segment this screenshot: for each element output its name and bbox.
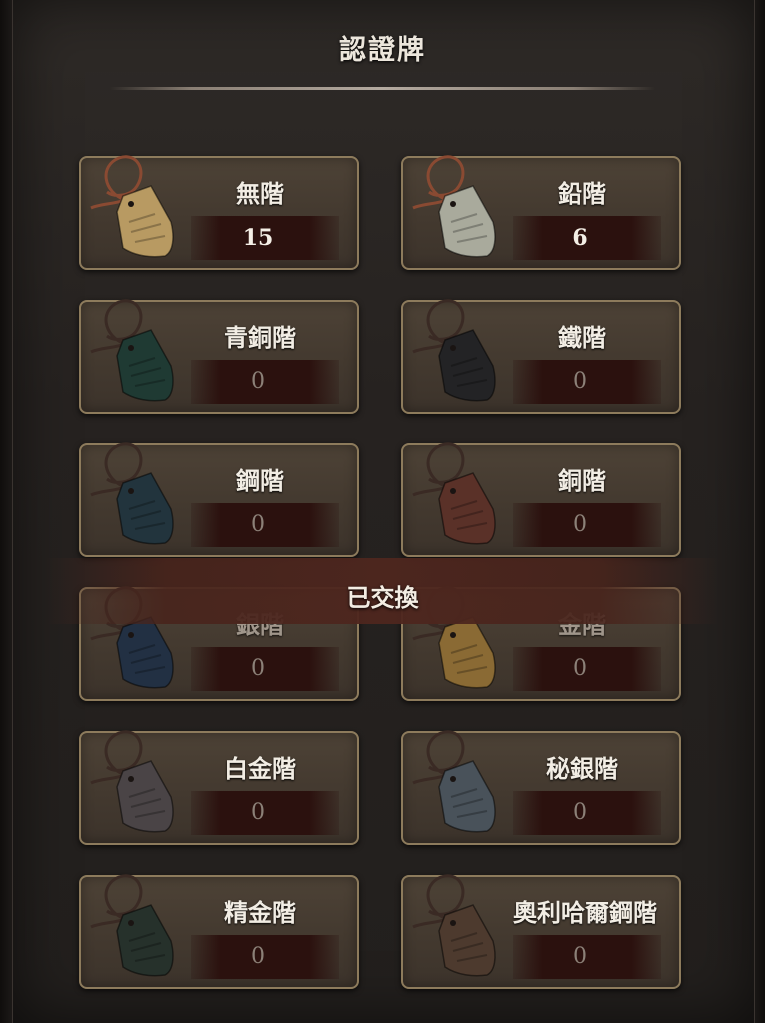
plate-count: 0 — [573, 944, 587, 969]
plate-count: 6 — [572, 225, 588, 251]
plate-card[interactable]: 銅階 0 — [401, 442, 681, 557]
plate-count: 0 — [251, 800, 265, 825]
left-frame-edge — [0, 0, 12, 1023]
plate-label: 奧利哈爾鋼階 — [513, 898, 657, 927]
plate-label: 精金階 — [224, 898, 296, 927]
plate-tag-icon — [407, 439, 507, 551]
plate-card[interactable]: 奧利哈爾鋼階 0 — [401, 874, 681, 989]
plate-count: 0 — [573, 512, 587, 537]
plate-tag-icon — [407, 871, 507, 983]
plate-label: 鋼階 — [236, 466, 284, 495]
plate-card[interactable]: 鋼階 0 — [79, 442, 359, 557]
plate-card[interactable]: 無階 15 — [79, 155, 359, 270]
plate-tag-icon — [407, 727, 507, 839]
plate-label: 鐵階 — [558, 323, 606, 352]
plate-count: 0 — [251, 656, 265, 681]
plate-count: 15 — [242, 225, 274, 251]
exchanged-banner-label: 已交換 — [346, 583, 419, 612]
plate-label: 白金階 — [224, 754, 296, 783]
plate-label: 無階 — [236, 179, 284, 208]
title-divider — [110, 87, 655, 90]
plate-count: 0 — [573, 369, 587, 394]
plate-tag-icon — [85, 152, 185, 264]
plate-tag-icon — [85, 871, 185, 983]
plate-count: 0 — [573, 656, 587, 681]
plate-tag-icon — [85, 727, 185, 839]
plate-card[interactable]: 青銅階 0 — [79, 299, 359, 414]
plate-tag-icon — [407, 152, 507, 264]
plate-tag-icon — [85, 439, 185, 551]
plate-tag-icon — [407, 296, 507, 408]
plate-label: 銅階 — [558, 466, 606, 495]
plate-label: 鉛階 — [558, 179, 606, 208]
plate-count: 0 — [251, 512, 265, 537]
plate-label: 秘銀階 — [546, 754, 618, 783]
plate-card[interactable]: 精金階 0 — [79, 874, 359, 989]
plate-card[interactable]: 鐵階 0 — [401, 299, 681, 414]
page-title: 認證牌 — [339, 35, 426, 66]
plate-label: 青銅階 — [224, 323, 296, 352]
plate-card[interactable]: 秘銀階 0 — [401, 730, 681, 845]
plate-count: 0 — [251, 369, 265, 394]
plate-card[interactable]: 鉛階 6 — [401, 155, 681, 270]
plate-count: 0 — [251, 944, 265, 969]
plate-count: 0 — [573, 800, 587, 825]
plate-tag-icon — [85, 296, 185, 408]
plate-card[interactable]: 白金階 0 — [79, 730, 359, 845]
